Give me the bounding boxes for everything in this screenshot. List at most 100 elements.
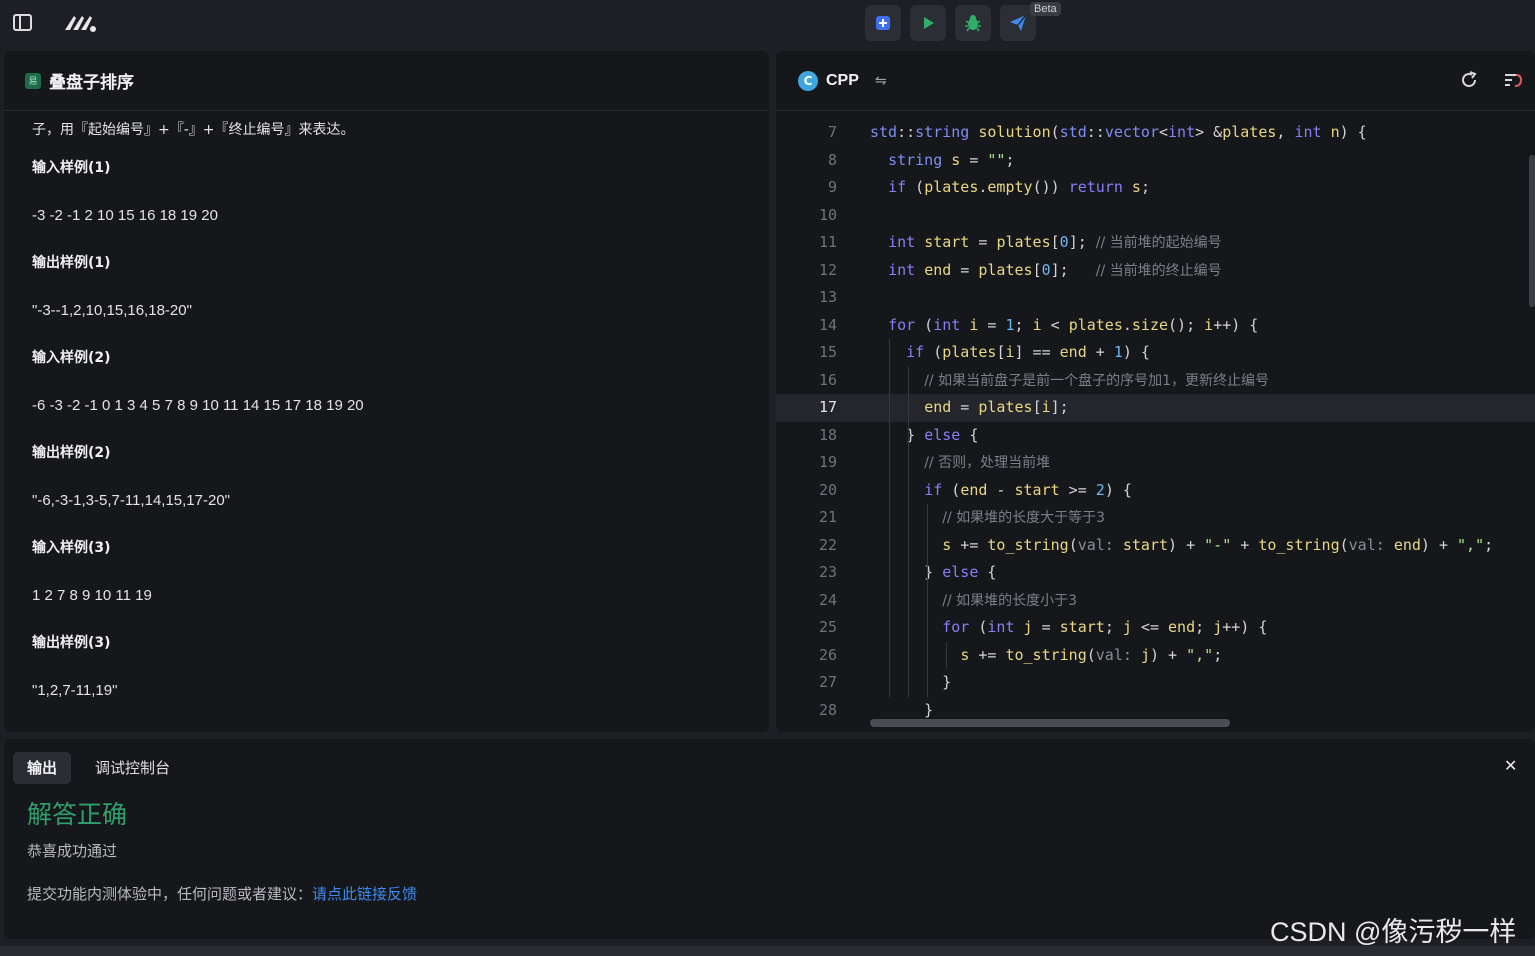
watermark: CSDN @像污秽一样 <box>1270 917 1517 947</box>
sample-title: 输入样例(2) <box>32 350 111 366</box>
sample-title: 输出样例(1) <box>32 255 111 271</box>
format-icon[interactable] <box>1502 69 1524 91</box>
app-logo-icon[interactable] <box>62 10 98 36</box>
code-text[interactable]: if (plates[i] == end + 1) { <box>870 339 1150 367</box>
submit-button[interactable] <box>865 5 901 41</box>
line-number: 16 <box>818 370 837 389</box>
line-number: 15 <box>818 343 837 361</box>
feedback-text: 提交功能内测体验中，任何问题或者建议： <box>27 885 313 903</box>
sample-value: 1 2 7 8 9 10 11 19 <box>32 587 152 604</box>
language-selector[interactable]: CPP <box>826 72 859 90</box>
swap-icon[interactable]: ⇋ <box>875 73 887 89</box>
code-editor-panel: C CPP ⇋ 7 std::string solution(std::vecto… <box>776 51 1535 732</box>
code-text[interactable]: // 如果堆的长度大于等于3 <box>870 504 1105 533</box>
line-number: 25 <box>818 618 837 636</box>
sample-title: 输出样例(2) <box>32 445 111 461</box>
code-text[interactable]: // 如果堆的长度小于3 <box>870 587 1077 616</box>
line-number: 23 <box>818 563 837 581</box>
code-text[interactable]: if (end - start >= 2) { <box>870 477 1132 505</box>
code-line[interactable]: 10 <box>776 202 1535 230</box>
feedback-line: 提交功能内测体验中，任何问题或者建议：请点此链接反馈 <box>27 883 417 904</box>
problem-title: 叠盘子排序 <box>49 73 134 93</box>
line-number: 22 <box>818 535 837 554</box>
line-number: 14 <box>818 315 837 334</box>
code-line[interactable]: 14 for (int i = 1; i < plates.size(); i+… <box>776 312 1535 340</box>
line-number: 11 <box>818 233 837 251</box>
code-line[interactable]: 13 <box>776 284 1535 312</box>
line-number: 18 <box>818 425 837 444</box>
problem-header: 易 叠盘子排序 <box>4 51 769 111</box>
line-number: 12 <box>818 260 837 279</box>
beta-badge: Beta <box>1030 2 1061 16</box>
line-number: 28 <box>818 700 837 719</box>
sample-value: "1,2,7-11,19" <box>32 682 118 699</box>
code-text[interactable]: int start = plates[0]; // 当前堆的起始编号 <box>870 229 1222 258</box>
submit-icon <box>876 16 890 30</box>
description-text: 子，用『起始编号』+『-』+『终止编号』来表达。 <box>32 122 355 138</box>
code-line[interactable]: 8 string s = ""; <box>776 147 1535 175</box>
top-bar: Beta <box>0 0 1535 48</box>
indent-guide <box>908 366 909 697</box>
run-icon <box>924 17 934 29</box>
tab-output[interactable]: 输出 <box>13 752 72 784</box>
code-text[interactable]: for (int i = 1; i < plates.size(); i++) … <box>870 312 1258 340</box>
code-line[interactable]: 11 int start = plates[0]; // 当前堆的起始编号 <box>776 229 1535 257</box>
code-text[interactable]: // 否则，处理当前堆 <box>870 449 1050 478</box>
sample-title: 输入样例(3) <box>32 540 111 556</box>
run-button[interactable] <box>910 5 946 41</box>
code-text[interactable]: end = plates[i]; <box>870 394 1069 422</box>
vertical-scrollbar[interactable] <box>1529 155 1535 307</box>
line-number: 8 <box>827 150 837 169</box>
line-number: 7 <box>827 123 837 141</box>
line-number: 27 <box>818 673 837 691</box>
code-line[interactable]: 7 std::string solution(std::vector<int> &… <box>776 119 1535 147</box>
problem-description: 子，用『起始编号』+『-』+『终止编号』来表达。 输入样例(1) -3 -2 -… <box>4 111 769 723</box>
line-number: 17 <box>818 398 837 416</box>
sample-title: 输入样例(1) <box>32 160 111 176</box>
sample-value: -3 -2 -1 2 10 15 16 18 19 20 <box>32 207 218 224</box>
difficulty-badge: 易 <box>25 72 41 89</box>
horizontal-scrollbar[interactable] <box>870 719 1230 727</box>
sample-value: -6 -3 -2 -1 0 1 3 4 5 7 8 9 10 11 14 15 … <box>32 397 364 414</box>
line-number: 21 <box>818 508 837 526</box>
code-text[interactable]: if (plates.empty()) return s; <box>870 174 1150 202</box>
code-line[interactable]: 9 if (plates.empty()) return s; <box>776 174 1535 202</box>
sample-title: 输出样例(3) <box>32 635 111 651</box>
line-number: 10 <box>818 205 837 224</box>
code-area[interactable]: 7 std::string solution(std::vector<int> &… <box>776 119 1535 732</box>
line-number: 26 <box>818 645 837 664</box>
debug-bug-icon <box>965 15 981 32</box>
close-icon[interactable]: ✕ <box>1504 756 1517 775</box>
line-number: 20 <box>818 480 837 499</box>
code-text[interactable]: std::string solution(std::vector<int> &p… <box>870 119 1367 147</box>
line-number: 9 <box>827 178 837 196</box>
status-bar <box>0 946 1535 956</box>
line-number: 19 <box>818 453 837 471</box>
editor-header: C CPP ⇋ <box>776 51 1535 111</box>
code-text[interactable]: } <box>870 669 951 697</box>
result-subtitle: 恭喜成功通过 <box>27 842 118 860</box>
cpp-language-icon: C <box>798 70 818 91</box>
code-text[interactable]: s += to_string(val: start) + "-" + to_st… <box>870 532 1493 560</box>
sidebar-toggle-icon[interactable] <box>12 12 34 32</box>
code-text[interactable]: } else { <box>870 422 978 450</box>
code-text[interactable]: s += to_string(val: j) + ","; <box>870 642 1222 670</box>
code-line[interactable]: 12 int end = plates[0]; // 当前堆的终止编号 <box>776 257 1535 285</box>
result-title: 解答正确 <box>27 800 128 829</box>
code-text[interactable]: // 如果当前盘子是前一个盘子的序号加1，更新终止编号 <box>870 367 1269 396</box>
problem-panel: 易 叠盘子排序 子，用『起始编号』+『-』+『终止编号』来表达。 输入样例(1)… <box>4 51 769 732</box>
line-number: 13 <box>818 288 837 306</box>
sample-value: "-3--1,2,10,15,16,18-20" <box>32 302 192 319</box>
debug-button[interactable] <box>955 5 991 41</box>
send-icon <box>1010 14 1027 31</box>
code-text[interactable]: int end = plates[0]; // 当前堆的终止编号 <box>870 257 1222 286</box>
tab-debug-console[interactable]: 调试控制台 <box>81 752 184 784</box>
indent-guide <box>927 504 928 697</box>
line-number: 24 <box>818 590 837 609</box>
code-text[interactable]: for (int j = start; j <= end; j++) { <box>870 614 1267 642</box>
code-text[interactable]: string s = ""; <box>870 147 1014 175</box>
indent-guide <box>889 339 890 697</box>
indent-guide <box>946 641 947 669</box>
refresh-icon[interactable] <box>1458 69 1480 91</box>
feedback-link[interactable]: 请点此链接反馈 <box>312 885 417 903</box>
